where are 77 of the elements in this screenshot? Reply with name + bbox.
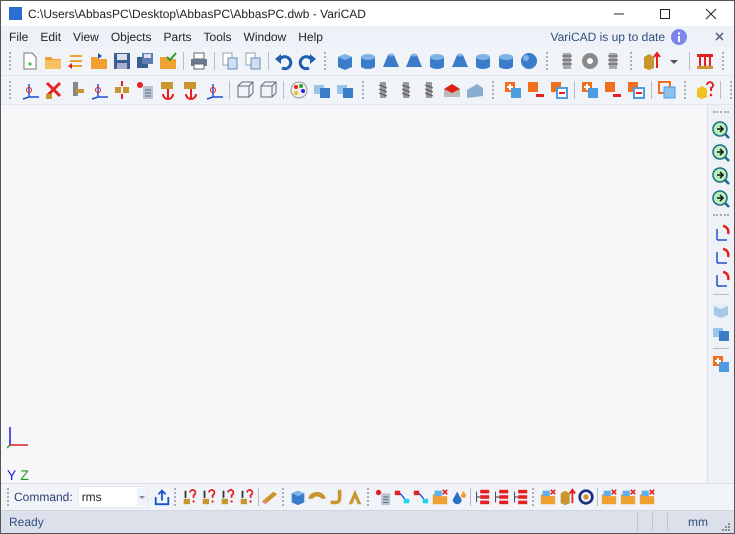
cube-icon[interactable] xyxy=(335,51,355,71)
copy-icon[interactable] xyxy=(220,51,240,71)
cube-question-icon[interactable] xyxy=(695,80,715,100)
boolean-add-icon[interactable] xyxy=(711,354,731,374)
sphere-icon[interactable] xyxy=(519,51,539,71)
zoom-icon[interactable] xyxy=(711,166,731,186)
cube-icon[interactable] xyxy=(288,488,307,506)
query-box-icon[interactable] xyxy=(218,488,237,506)
overlap-squares-icon[interactable] xyxy=(657,80,677,100)
cylinder-icon[interactable] xyxy=(496,51,516,71)
close-icon xyxy=(705,8,717,20)
redo-icon[interactable] xyxy=(297,51,317,71)
document-lines-icon[interactable] xyxy=(374,488,392,506)
window-title: C:\Users\AbbasPC\Desktop\AbbasPC\AbbasPC.dwb - VariCAD xyxy=(28,6,367,20)
resize-grip-icon[interactable] xyxy=(722,523,730,531)
menu-item[interactable]: View xyxy=(67,28,105,46)
boolean-subtract-icon[interactable] xyxy=(603,80,623,100)
export-icon[interactable] xyxy=(152,488,171,506)
zoom-icon[interactable] xyxy=(711,120,731,140)
wire-cube-icon[interactable] xyxy=(258,80,278,100)
maximize-icon xyxy=(659,8,671,20)
cylinder-icon[interactable] xyxy=(427,51,447,71)
menu-item[interactable]: Edit xyxy=(34,28,68,46)
ring-icon[interactable] xyxy=(576,488,595,506)
axis-label: Y xyxy=(7,467,16,483)
menu-item[interactable]: Window xyxy=(238,28,292,46)
menu-item[interactable]: Objects xyxy=(104,28,158,46)
boolean-add-icon[interactable] xyxy=(580,80,600,100)
boolean-subtract-icon[interactable] xyxy=(526,80,546,100)
update-notification: VariCAD is up to date xyxy=(550,30,665,44)
folder-cross-icon[interactable] xyxy=(618,488,637,506)
units-label: mm xyxy=(688,515,708,529)
copy-icon[interactable] xyxy=(243,51,263,71)
menu-item[interactable]: Help xyxy=(292,28,329,46)
folder-check-icon[interactable] xyxy=(158,51,178,71)
linked-blocks-icon[interactable] xyxy=(412,488,430,506)
axis-indicator-icon xyxy=(7,425,29,449)
menu-item[interactable]: File xyxy=(3,28,34,46)
document-lines-icon[interactable] xyxy=(135,80,155,100)
command-input[interactable]: rms xyxy=(78,486,148,508)
folder-cross-icon[interactable] xyxy=(600,488,618,506)
folder-arrow-icon[interactable] xyxy=(89,51,109,71)
drop-icon[interactable] xyxy=(450,488,468,506)
query-box-icon[interactable] xyxy=(180,488,199,506)
undo-icon[interactable] xyxy=(274,51,294,71)
drawing-canvas[interactable]: Y Z xyxy=(1,105,708,483)
box-arrow-icon[interactable] xyxy=(558,488,576,506)
query-box-icon[interactable] xyxy=(238,488,256,506)
menu-item[interactable]: Parts xyxy=(158,28,198,46)
folder-cross-icon[interactable] xyxy=(430,488,449,506)
info-icon xyxy=(671,28,687,44)
zoom-icon[interactable] xyxy=(711,143,731,163)
boolean-intersect-icon[interactable] xyxy=(626,80,646,100)
boolean-intersect-icon[interactable] xyxy=(549,80,569,100)
boolean-add-icon[interactable] xyxy=(503,80,523,100)
palette-icon[interactable] xyxy=(289,80,309,100)
bar-rack-icon[interactable] xyxy=(695,51,715,71)
close-icon[interactable] xyxy=(715,32,724,41)
folder-cross-icon[interactable] xyxy=(538,488,557,506)
axis-label: Z xyxy=(20,467,29,483)
printer-icon[interactable] xyxy=(189,51,209,71)
cylinder-icon[interactable] xyxy=(473,51,493,71)
wire-cube-icon[interactable] xyxy=(235,80,255,100)
delete-cross-icon[interactable] xyxy=(43,80,63,100)
wheel-icon[interactable] xyxy=(580,51,600,71)
box-arrow-icon[interactable] xyxy=(641,51,661,71)
query-box-icon[interactable] xyxy=(200,488,218,506)
status-text: Ready xyxy=(9,515,45,529)
floppy-disks-icon[interactable] xyxy=(135,51,155,71)
command-label: Command: xyxy=(14,490,73,504)
zoom-icon[interactable] xyxy=(711,189,731,209)
menu-item[interactable]: Tools xyxy=(198,28,238,46)
folder-cross-icon[interactable] xyxy=(638,488,656,506)
app-logo-icon xyxy=(9,7,22,20)
linked-blocks-icon[interactable] xyxy=(392,488,411,506)
cylinder-icon[interactable] xyxy=(358,51,378,71)
caret-icon xyxy=(138,494,146,500)
